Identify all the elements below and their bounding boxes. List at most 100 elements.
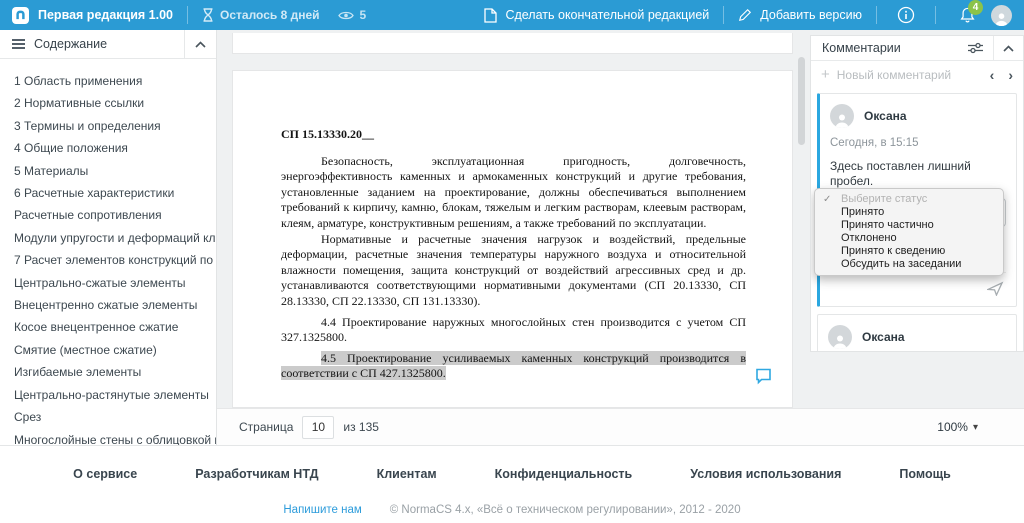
footer-link-developers[interactable]: Разработчикам НТД [195,467,318,481]
comment-bubble-icon [756,368,771,385]
comment-card[interactable]: Оксана Сегодня, в 15:17 Неверная формула [817,314,1017,351]
comment-author: Оксана [864,109,907,123]
footer: О сервисе Разработчикам НТД Клиентам Кон… [0,445,1024,523]
toc-item[interactable]: 3 Термины и определения [14,115,216,137]
divider [187,6,189,24]
toc-item[interactable]: 7 Расчет элементов конструкций по пр… [14,249,216,271]
plus-icon: + [821,66,830,83]
zoom-control[interactable]: 100% ▾ [937,420,978,434]
paragraph: Нормативные и расчетные значения нагрузо… [281,231,746,308]
days-left: Осталось 8 дней [202,8,320,22]
comments-filter-button[interactable] [958,42,993,54]
views-counter: 5 [337,8,367,22]
scrollbar-thumb[interactable] [798,57,805,145]
add-version-button[interactable]: Добавить версию [738,8,862,22]
status-option[interactable]: Принято [815,206,1003,219]
pencil-icon [739,8,752,22]
comments-panel: Комментарии + Новый комментарий ‹ › Окса… [810,35,1024,352]
footer-link-help[interactable]: Помощь [899,467,950,481]
revision-title: Первая редакция 1.00 [38,8,174,22]
notifications-button[interactable]: 4 [960,0,983,23]
views-count: 5 [359,8,367,22]
footer-sub-row: Напишите нам © NormaCS 4.x, «Всё о техни… [0,504,1024,516]
paragraph: 4.4 Проектирование наружных многослойных… [281,314,746,345]
contact-link[interactable]: Напишите нам [283,504,361,516]
prev-comment-button[interactable]: ‹ [990,67,995,83]
footer-link-clients[interactable]: Клиентам [377,467,437,481]
document-scrollbar[interactable] [797,35,806,408]
new-comment-row: + Новый комментарий ‹ › [811,61,1023,88]
comments-header: Комментарии [811,36,1023,61]
contents-list: 1 Область применения 2 Нормативные ссылк… [0,59,216,445]
document-text: СП 15.13330.20__ Безопасность, эксплуата… [233,71,792,382]
toc-item[interactable]: 2 Нормативные ссылки [14,92,216,114]
checkmark-icon: ✓ [823,194,832,205]
footer-links: О сервисе Разработчикам НТД Клиентам Кон… [0,446,1024,481]
person-icon [995,12,1008,26]
status-option[interactable]: Принято к сведению [815,245,1003,258]
next-comment-button[interactable]: › [1008,67,1013,83]
user-avatar[interactable] [991,4,1012,26]
commenter-avatar [828,325,852,349]
contents-icon [12,39,25,49]
status-option-selected[interactable]: ✓ Выберите статус [815,193,1003,206]
toc-item[interactable]: Смятие (местное сжатие) [14,339,216,361]
tune-icon [968,42,983,54]
toc-item[interactable]: Модули упругости и деформаций клад… [14,227,216,249]
toc-item[interactable]: Центрально-растянутые элементы [14,384,216,406]
commented-paragraph: 4.5 Проектирование усиливаемых каменных … [281,350,746,382]
divider [935,6,936,24]
footer-link-about[interactable]: О сервисе [73,467,137,481]
toc-item[interactable]: Центрально-сжатые элементы [14,272,216,294]
chevron-up-icon [1003,44,1014,52]
new-comment-button[interactable]: Новый комментарий [837,68,951,82]
toc-item[interactable]: Срез [14,406,216,428]
toc-item[interactable]: Косое внецентренное сжатие [14,316,216,338]
highlighted-text[interactable]: 4.5 Проектирование усиливаемых каменных … [281,350,746,381]
toc-item[interactable]: 4 Общие положения [14,137,216,159]
comments-collapse-button[interactable] [993,36,1023,60]
footer-link-privacy[interactable]: Конфиденциальность [495,467,633,481]
page-navigation-bar: Страница из 135 100% ▾ [217,408,1024,445]
footer-link-terms[interactable]: Условия использования [690,467,841,481]
comment-time: Сегодня, в 15:15 [830,137,919,149]
toc-item[interactable]: 6 Расчетные характеристики [14,182,216,204]
contents-sidebar: Содержание 1 Область применения 2 Нормат… [0,30,217,445]
toc-item[interactable]: Многослойные стены с облицовкой ка… [14,429,216,446]
status-option[interactable]: Отклонено [815,232,1003,245]
comments-title: Комментарии [822,41,901,55]
status-dropdown-menu: ✓ Выберите статус Принято Принято частичн… [814,188,1004,276]
topbar-actions: Сделать окончательной редакцией Добавить… [484,0,1012,26]
chevron-down-icon: ▾ [972,421,978,433]
status-option[interactable]: Принято частично [815,219,1003,232]
divider [723,6,725,24]
toc-item[interactable]: Расчетные сопротивления [14,204,216,226]
make-final-label: Сделать окончательной редакцией [505,8,710,22]
toc-item[interactable]: Внецентренно сжатые элементы [14,294,216,316]
copyright-text: © NormaCS 4.x, «Всё о техническом регули… [389,504,741,516]
contents-collapse-button[interactable] [184,30,216,59]
document-page: СП 15.13330.20__ Безопасность, эксплуата… [232,70,793,408]
toc-item[interactable]: 5 Материалы [14,160,216,182]
top-bar: Первая редакция 1.00 Осталось 8 дней 5 С… [0,0,1024,30]
comment-author: Оксана [862,330,905,344]
send-icon[interactable] [987,281,1004,296]
logo-glyph-icon [16,10,25,19]
notifications-badge: 4 [968,0,983,15]
comment-text: Здесь поставлен лишний пробел. [830,159,971,188]
make-final-button[interactable]: Сделать окончательной редакцией [484,7,710,23]
page-number-input[interactable] [302,415,335,439]
divider [876,6,877,24]
page-total-label: из 135 [343,420,379,434]
page-label: Страница [239,420,294,434]
toc-item[interactable]: 1 Область применения [14,70,216,92]
info-button[interactable] [891,6,921,24]
person-icon [835,114,849,128]
comment-marker[interactable] [754,366,773,385]
toc-item[interactable]: Изгибаемые элементы [14,361,216,383]
paragraph: Безопасность, эксплуатационная пригоднос… [281,153,746,230]
info-icon [897,6,915,24]
status-option[interactable]: Обсудить на заседании [815,258,1003,271]
status-placeholder-label: Выберите статус [841,193,928,205]
app-logo-icon[interactable] [12,6,29,24]
